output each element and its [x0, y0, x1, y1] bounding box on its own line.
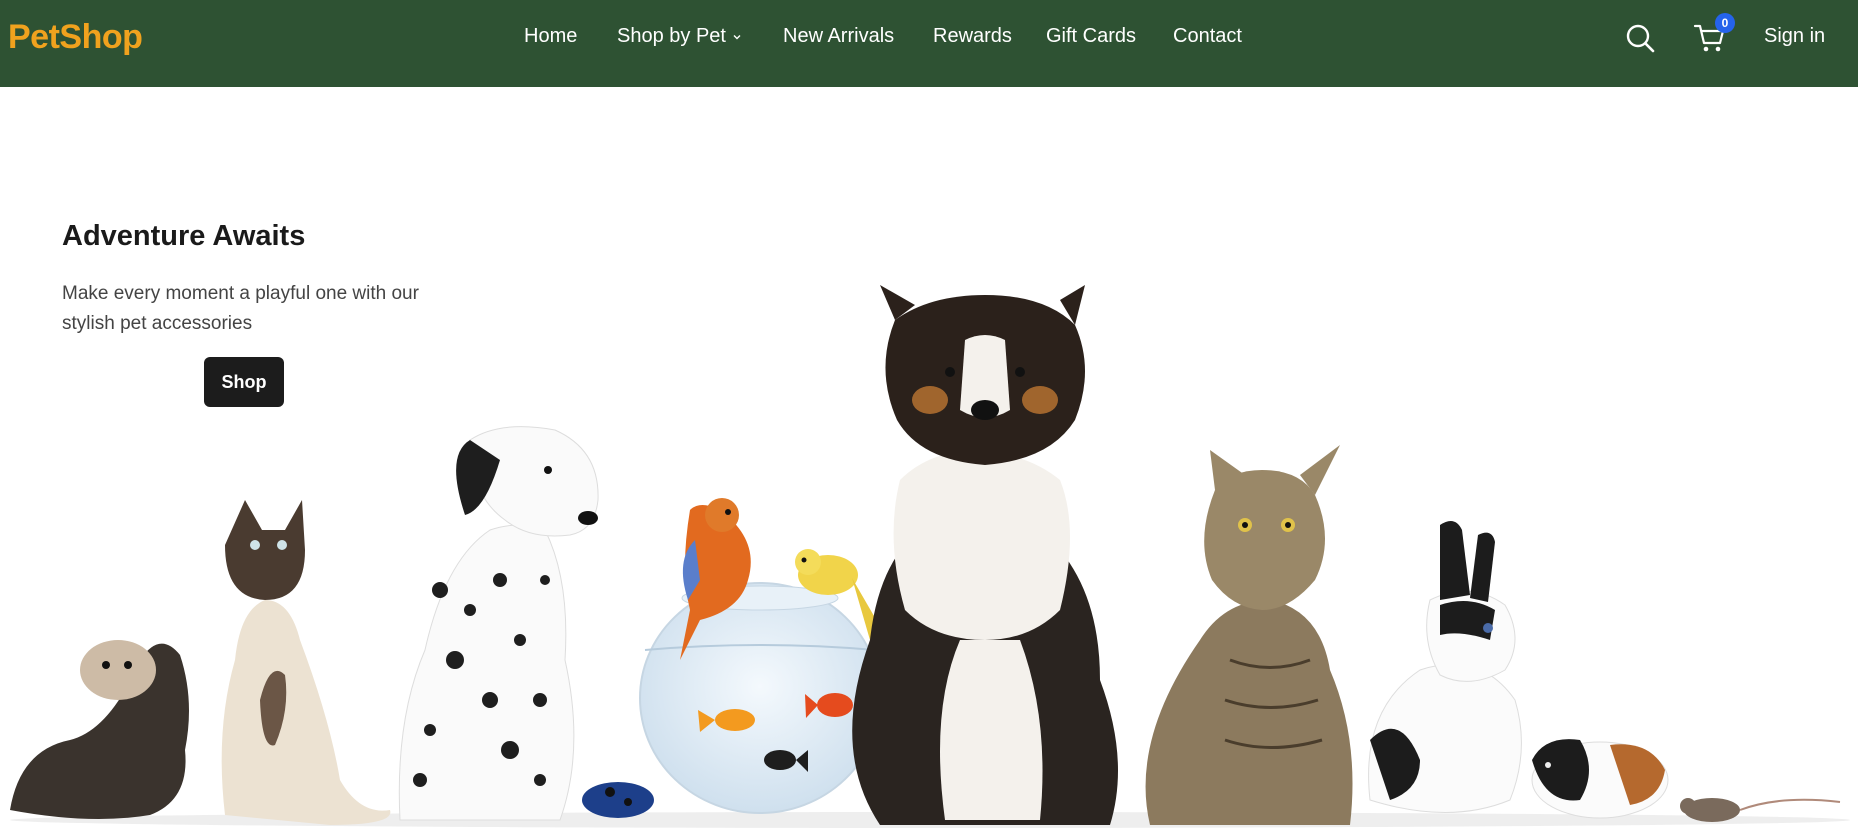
chevron-down-icon [732, 25, 742, 48]
collie-image [852, 285, 1118, 825]
nav-shop-by-pet[interactable]: Shop by Pet [617, 25, 742, 48]
rabbit-image [1368, 521, 1522, 813]
search-icon[interactable] [1624, 22, 1656, 54]
frog-image [582, 782, 654, 818]
sign-in-link[interactable]: Sign in [1764, 25, 1825, 48]
guinea-pig-image [1531, 739, 1669, 819]
nav-new-arrivals[interactable]: New Arrivals [783, 25, 894, 48]
nav-rewards[interactable]: Rewards [933, 25, 1012, 48]
ferret-image [10, 640, 189, 819]
nav-gift-cards[interactable]: Gift Cards [1046, 25, 1136, 48]
cart-count-badge: 0 [1715, 13, 1735, 33]
hero-title: Adventure Awaits [62, 220, 306, 252]
siamese-cat-image [221, 500, 391, 825]
main-nav: Home Shop by Pet New Arrivals Rewards Gi… [0, 0, 1858, 87]
nav-shop-by-pet-label: Shop by Pet [617, 25, 726, 47]
tabby-cat-image [1145, 445, 1353, 825]
top-navbar: PetShop Home Shop by Pet New Arrivals Re… [0, 0, 1858, 87]
dalmatian-image [398, 426, 599, 821]
fishbowl-image [639, 582, 881, 814]
nav-contact[interactable]: Contact [1173, 25, 1242, 48]
hero-pets-image [10, 285, 1850, 828]
nav-home[interactable]: Home [524, 25, 577, 48]
